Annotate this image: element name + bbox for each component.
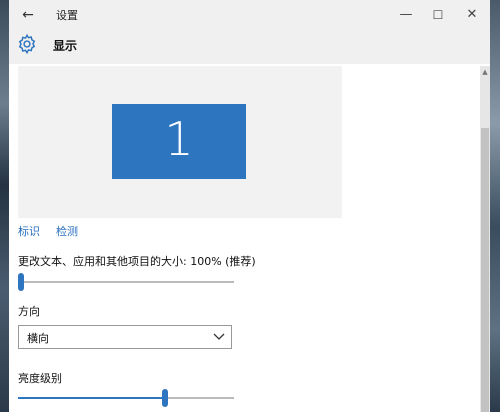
settings-window: ← 设置 — ☐ ✕ 显示 1 标识 检测 更改文本、应用和其他项目的大小: 1… bbox=[9, 0, 490, 412]
title-bar: ← 设置 — ☐ ✕ bbox=[9, 0, 490, 30]
orientation-label: 方向 bbox=[18, 305, 40, 318]
gear-icon bbox=[18, 33, 36, 55]
brightness-slider[interactable] bbox=[18, 389, 234, 407]
brightness-label: 亮度级别 bbox=[18, 372, 62, 385]
back-button[interactable]: ← bbox=[17, 4, 39, 26]
scroll-thumb[interactable] bbox=[481, 128, 489, 412]
desktop-background-left bbox=[0, 0, 9, 412]
close-button[interactable]: ✕ bbox=[461, 4, 483, 26]
display-arrangement-area: 1 bbox=[18, 66, 342, 218]
scale-slider-thumb[interactable] bbox=[18, 273, 24, 291]
page-header: 显示 bbox=[9, 30, 490, 64]
scroll-up-arrow-icon[interactable]: ▲ bbox=[480, 66, 490, 78]
window-title: 设置 bbox=[56, 9, 78, 22]
orientation-selected-value: 横向 bbox=[27, 332, 49, 345]
detect-link[interactable]: 检测 bbox=[56, 223, 78, 239]
page-title: 显示 bbox=[53, 39, 78, 53]
scale-slider[interactable] bbox=[18, 273, 234, 291]
chevron-down-icon bbox=[213, 333, 225, 340]
scrollbar[interactable]: ▲ bbox=[480, 66, 490, 412]
orientation-dropdown[interactable]: 横向 bbox=[18, 325, 232, 349]
brightness-slider-fill bbox=[18, 397, 165, 399]
identify-link[interactable]: 标识 bbox=[18, 223, 40, 239]
brightness-slider-thumb[interactable] bbox=[162, 389, 168, 407]
minimize-button[interactable]: — bbox=[395, 4, 417, 26]
maximize-button[interactable]: ☐ bbox=[427, 4, 449, 26]
desktop-background-right bbox=[490, 0, 500, 412]
monitor-tile[interactable]: 1 bbox=[112, 104, 246, 179]
scale-label: 更改文本、应用和其他项目的大小: 100% (推荐) bbox=[18, 255, 256, 268]
monitor-number: 1 bbox=[164, 112, 194, 166]
